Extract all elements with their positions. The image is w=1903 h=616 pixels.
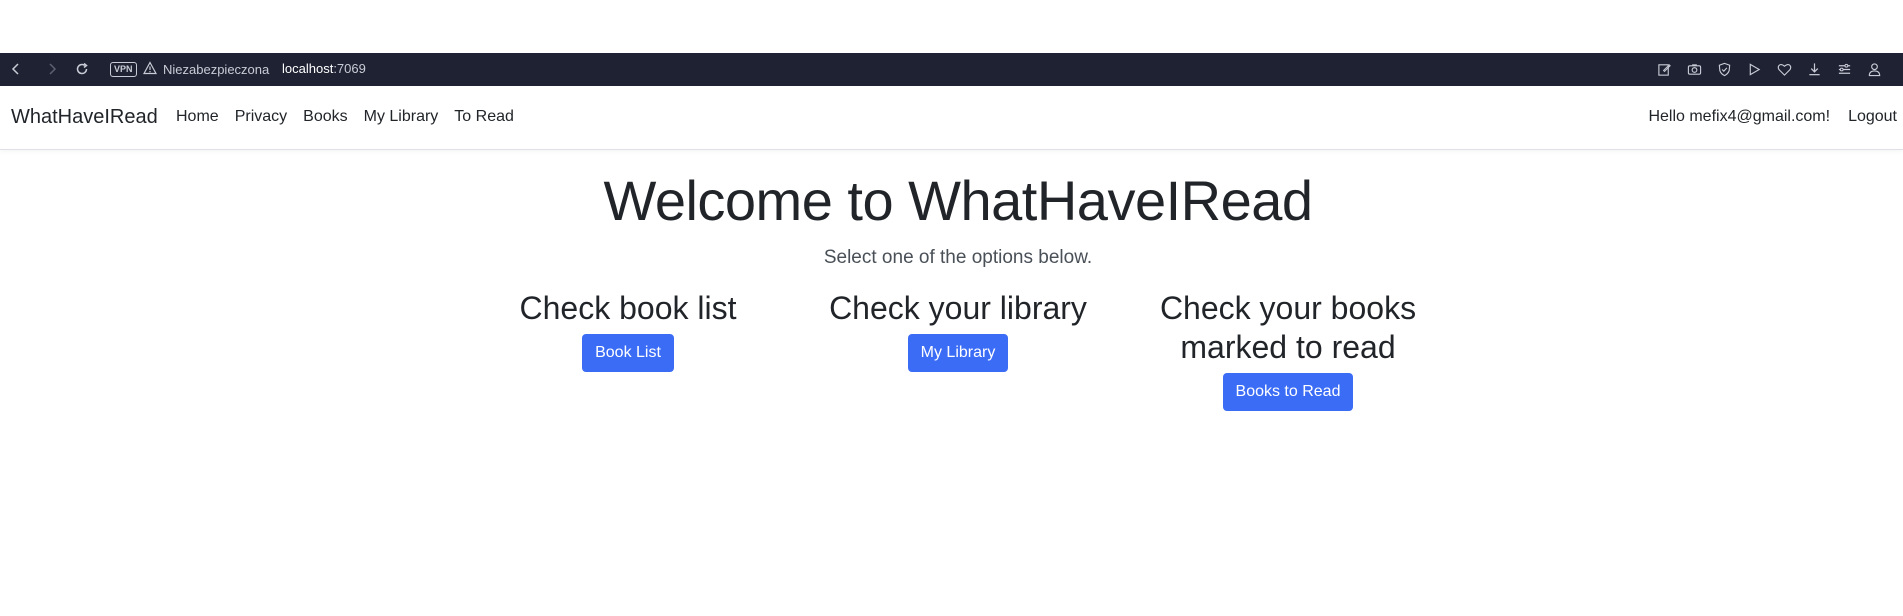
reload-icon[interactable]	[72, 59, 92, 79]
nav-link-books[interactable]: Books	[303, 108, 347, 126]
warning-icon[interactable]	[142, 61, 158, 75]
browser-toolbar: VPN Niezabezpieczona localhost:7069	[0, 53, 1903, 86]
url-port: :7069	[333, 61, 366, 76]
option-my-library: Check your library My Library	[818, 289, 1098, 372]
nav-link-to-read[interactable]: To Read	[454, 108, 514, 126]
edit-icon[interactable]	[1656, 61, 1672, 77]
navbar-brand[interactable]: WhatHaveIRead	[11, 106, 158, 129]
vpn-badge[interactable]: VPN	[110, 62, 137, 77]
book-list-button[interactable]: Book List	[582, 334, 674, 372]
heart-icon[interactable]	[1776, 61, 1792, 77]
option-books-to-read: Check your books marked to read Books to…	[1150, 289, 1426, 411]
web-page: WhatHaveIRead Home Privacy Books My Libr…	[0, 86, 1903, 616]
nav-links: Home Privacy Books My Library To Read	[176, 108, 530, 126]
camera-icon[interactable]	[1686, 61, 1702, 77]
option-heading: Check book list	[519, 290, 737, 326]
forward-icon[interactable]	[42, 59, 62, 79]
nav-link-home[interactable]: Home	[176, 108, 219, 126]
option-heading: Check your books marked to read	[1159, 290, 1417, 365]
security-status-text[interactable]: Niezabezpieczona	[163, 62, 269, 77]
option-book-list: Check book list Book List	[500, 289, 756, 372]
screen-top-area	[0, 0, 1903, 53]
address-bar[interactable]: localhost:7069	[282, 61, 366, 76]
profile-icon[interactable]	[1866, 61, 1882, 77]
user-greeting-link[interactable]: Hello mefix4@gmail.com!	[1648, 108, 1830, 126]
books-to-read-button[interactable]: Books to Read	[1222, 373, 1354, 411]
nav-user-area: Hello mefix4@gmail.com! Logout	[1648, 108, 1897, 126]
menu-settings-icon[interactable]	[1836, 61, 1852, 77]
nav-link-privacy[interactable]: Privacy	[235, 108, 287, 126]
page-subtitle: Select one of the options below.	[823, 247, 1093, 268]
url-host: localhost	[282, 61, 334, 76]
option-heading: Check your library	[829, 290, 1087, 326]
page-title: Welcome to WhatHaveIRead	[603, 169, 1313, 232]
navbar: WhatHaveIRead Home Privacy Books My Libr…	[0, 86, 1903, 150]
play-icon[interactable]	[1746, 61, 1762, 77]
back-icon[interactable]	[6, 59, 26, 79]
shield-icon[interactable]	[1716, 61, 1732, 77]
my-library-button[interactable]: My Library	[907, 334, 1009, 372]
nav-link-my-library[interactable]: My Library	[364, 108, 439, 126]
logout-button[interactable]: Logout	[1848, 108, 1897, 126]
download-icon[interactable]	[1806, 61, 1822, 77]
